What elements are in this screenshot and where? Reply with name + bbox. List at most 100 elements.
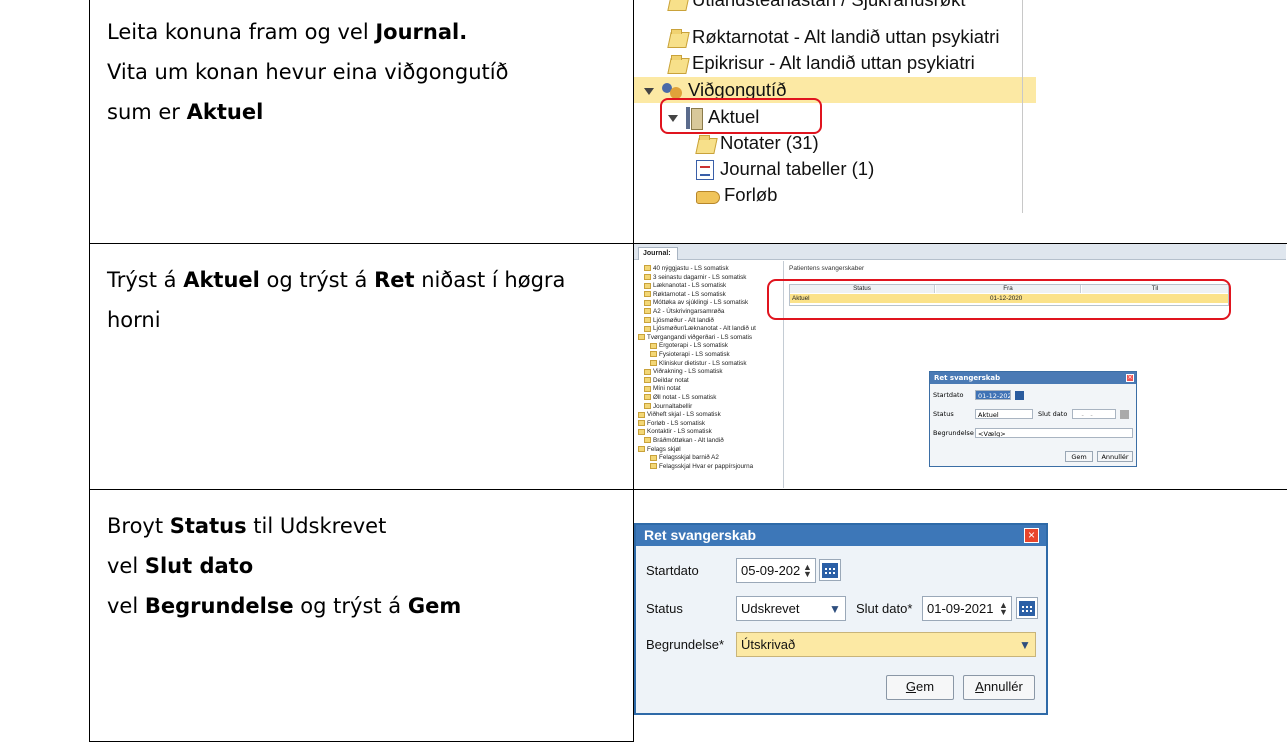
- slut-dato-field[interactable]: 01-09-2021 ▲ ▼: [922, 596, 1012, 621]
- tree-item[interactable]: Journal tabeller (1): [696, 156, 874, 182]
- folder-icon: [644, 325, 651, 332]
- tree-item[interactable]: 3 seinastu dagarnir - LS somatisk: [644, 274, 783, 282]
- spinner-icon[interactable]: ▲ ▼: [999, 601, 1008, 617]
- table-row-divider-2: [89, 489, 1287, 490]
- folder-icon: [650, 454, 657, 461]
- tree-item[interactable]: Móttøka av sjúklingi - LS somatisk: [644, 299, 783, 307]
- folder-icon: [668, 29, 688, 47]
- tree-item[interactable]: Bráðmóttøkan - Alt landið: [644, 437, 783, 445]
- journal-tabbar: Journal:: [634, 244, 1286, 260]
- begrundelse-select[interactable]: Útskrivað ▼: [736, 632, 1036, 657]
- tree-item[interactable]: Felagsskjal Hvar er pappírsjourna: [650, 462, 783, 471]
- tree-item[interactable]: Viðheft skjal - LS somatisk: [638, 411, 783, 419]
- folder-icon: [696, 135, 716, 153]
- gem-button[interactable]: Gem: [1065, 451, 1093, 462]
- tree-item-label: Notater (31): [720, 132, 819, 153]
- folder-icon: [644, 402, 651, 409]
- tree-item[interactable]: Deildar notat: [644, 376, 783, 385]
- status-select[interactable]: Udskrevet ▼: [736, 596, 846, 621]
- tree-item[interactable]: Felagsskjal barnið A2: [650, 454, 783, 462]
- chevron-down-icon[interactable]: ▼: [829, 598, 841, 620]
- tree-item[interactable]: Felags skjøl: [638, 445, 783, 454]
- folder-icon: [644, 291, 651, 298]
- tree-item[interactable]: Forløb - LS somatisk: [638, 419, 783, 428]
- calendar-icon[interactable]: [1015, 391, 1024, 400]
- tree-item[interactable]: Míni notat: [644, 385, 783, 393]
- text-run: og trýst á: [259, 268, 375, 292]
- startdato-label: Startdato: [933, 391, 964, 399]
- tree-item-label: Felags skjøl: [647, 445, 681, 453]
- tree-item-label: Journal tabeller (1): [720, 158, 875, 179]
- folder-icon: [644, 299, 651, 306]
- instruction-line: horni: [107, 300, 617, 340]
- instruction-line: Trýst á Aktuel og trýst á Ret niðast í h…: [107, 260, 617, 300]
- tree-item-label: A2 - Útskrivingarsamrøða: [653, 308, 725, 315]
- folder-icon: [644, 308, 651, 315]
- tree-item[interactable]: Røktarnotat - Alt landið uttan psykiatri: [668, 24, 999, 50]
- tree-item[interactable]: Fysioterapi - LS somatisk: [650, 351, 783, 359]
- tree-item-label: Epikrisur - Alt landið uttan psykiatri: [692, 52, 975, 73]
- tree-item[interactable]: Røktarnotat - LS somatisk: [644, 290, 783, 299]
- folder-icon: [644, 394, 651, 401]
- status-select[interactable]: Aktuel: [975, 409, 1033, 419]
- folder-icon: [644, 437, 651, 444]
- tree-item[interactable]: Ljósmøður/Læknanotat - Alt landið ut: [644, 325, 783, 333]
- tab-journal[interactable]: Journal:: [638, 247, 678, 260]
- tree-item-label: Míni notat: [653, 385, 681, 393]
- status-label: Status: [646, 601, 683, 616]
- ret-svangerskab-dialog-small: Ret svangerskab × Startdato 01-12-2020 S…: [929, 371, 1137, 467]
- text-run: Vita um konan hevur eina viðgongutíð: [107, 60, 509, 84]
- tree-item[interactable]: Útlandsteanastan / Sjúkrahúsrøkt: [668, 0, 966, 13]
- tree-item[interactable]: Forløb: [696, 182, 777, 208]
- tree-pane-divider: [1022, 0, 1023, 213]
- tree-item[interactable]: Læknanotat - LS somatisk: [644, 282, 783, 290]
- tree-item-label: Viðheft skjal - LS somatisk: [647, 411, 721, 419]
- chevron-down-icon[interactable]: ▼: [1019, 634, 1031, 656]
- tree-item[interactable]: Ergoterapi - LS somatisk: [650, 342, 783, 350]
- calendar-icon[interactable]: [819, 559, 841, 581]
- tree-item[interactable]: Kliniskur dietistur - LS somatisk: [650, 360, 783, 368]
- slut-dato-field[interactable]: __-__-____: [1072, 409, 1116, 419]
- begrundelse-label: Begrundelse: [933, 429, 974, 437]
- tree-item[interactable]: 40 nýggjastu - LS somatisk: [644, 265, 783, 273]
- calendar-icon[interactable]: [1016, 597, 1038, 619]
- instruction-line: sum er Aktuel: [107, 92, 617, 132]
- text-run: til Udskrevet: [246, 514, 387, 538]
- tree-item-label: Deildar notat: [653, 376, 689, 384]
- gem-button[interactable]: Gem: [886, 675, 954, 700]
- expand-arrow-icon[interactable]: [644, 87, 654, 95]
- bold-term: Aktuel: [183, 268, 260, 292]
- status-label: Status: [933, 410, 954, 418]
- begrundelse-label: Begrundelse*: [646, 637, 725, 652]
- startdato-field[interactable]: 01-12-2020: [975, 390, 1011, 400]
- tree-item-label: Røktarnotat - LS somatisk: [653, 290, 726, 298]
- begrundelse-select[interactable]: <Vælg>: [975, 428, 1133, 438]
- calendar-icon[interactable]: [1120, 410, 1129, 419]
- tree-item-label: Forløb - LS somatisk: [647, 419, 706, 427]
- tree-item-label: Journaltabellir: [653, 402, 693, 410]
- bold-term: Journal.: [375, 20, 468, 44]
- document-icon: [696, 160, 714, 181]
- tree-item[interactable]: Viðrakning - LS somatisk: [644, 368, 783, 376]
- startdato-field[interactable]: 05-09-202 ▲ ▼: [736, 558, 816, 583]
- tree-item[interactable]: Epikrisur - Alt landið uttan psykiatri: [668, 50, 975, 76]
- tree-item-label: Felagsskjal Hvar er pappírsjourna: [659, 462, 754, 470]
- tree-item[interactable]: Øll notat - LS somatisk: [644, 394, 783, 402]
- spinner-icon[interactable]: ▲ ▼: [803, 563, 812, 579]
- folder-icon: [668, 0, 688, 10]
- tree-item-label: Røktarnotat - Alt landið uttan psykiatri: [692, 26, 1000, 47]
- tree-item[interactable]: Ljósmøður - Alt landið: [644, 316, 783, 325]
- close-icon[interactable]: ×: [1024, 528, 1039, 543]
- bold-term: Gem: [407, 594, 462, 618]
- close-icon[interactable]: ×: [1126, 374, 1134, 382]
- dialog-title: Ret svangerskab: [930, 372, 1136, 384]
- folder-icon: [644, 316, 651, 323]
- slut-dato-value: 01-09-2021: [927, 601, 994, 616]
- tree-item[interactable]: Tvørgangandi viðgerðari - LS somatis: [638, 334, 783, 342]
- tree-item[interactable]: A2 - Útskrivingarsamrøða: [644, 308, 783, 316]
- annuller-button[interactable]: Annullér: [963, 675, 1035, 700]
- tree-item[interactable]: Journaltabellir: [644, 402, 783, 411]
- tree-item[interactable]: Kontaktir - LS somatisk: [638, 428, 783, 436]
- tree-item-label: Læknanotat - LS somatisk: [653, 282, 727, 290]
- annuller-button[interactable]: Annullér: [1097, 451, 1133, 462]
